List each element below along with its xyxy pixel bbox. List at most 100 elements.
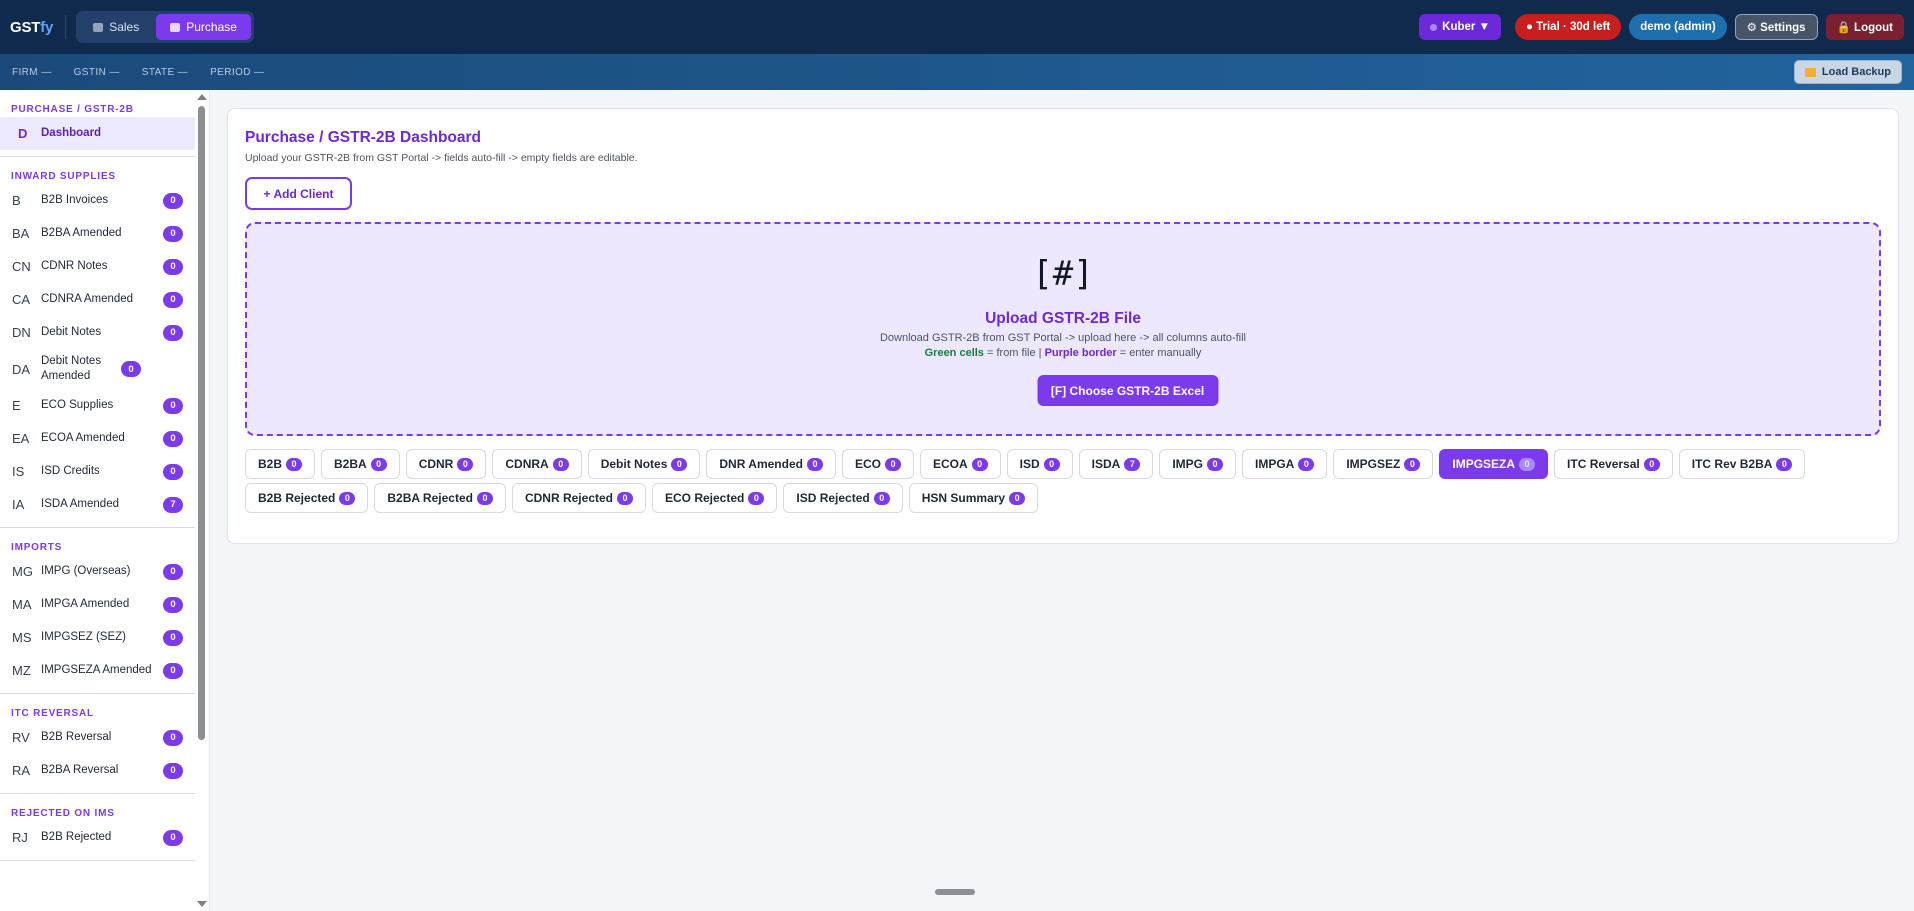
sidebar-item-label: CDNRA Amended xyxy=(41,293,134,305)
tab-isd-rejected[interactable]: ISD Rejected 0 xyxy=(783,483,903,513)
sidebar-section: IMPORTS MG IMPG (Overseas) 0 MA IMPGA Amended… xyxy=(0,528,195,694)
trial-label: ● Trial · 30d left xyxy=(1525,21,1611,33)
sidebar-item-ecoa-amended[interactable]: EA ECOA Amended 0 xyxy=(0,422,195,455)
sidebar-item-label: ISDA Amended xyxy=(41,498,119,510)
sidebar-item-impgsez-sez[interactable]: MS IMPGSEZ (SEZ) 0 xyxy=(0,621,195,654)
upload-title: Upload GSTR-2B File xyxy=(985,310,1141,327)
count-badge: 0 xyxy=(163,430,183,447)
sidebar-item-label: B2B Invoices xyxy=(41,194,109,206)
scroll-up-icon[interactable] xyxy=(197,94,207,100)
sidebar-item-eco-supplies[interactable]: E ECO Supplies 0 xyxy=(0,389,195,422)
load-backup-button[interactable]: Load Backup xyxy=(1793,60,1902,84)
tab-b2ba[interactable]: B2BA 0 xyxy=(321,449,400,479)
tab-b2ba-rejected[interactable]: B2BA Rejected 0 xyxy=(374,483,506,513)
dashboard-card: Purchase / GSTR-2B Dashboard Upload your… xyxy=(227,108,1899,544)
tab-impga[interactable]: IMPGA 0 xyxy=(1242,449,1328,479)
sidebar-section-title: PURCHASE / GSTR-2B xyxy=(11,104,134,115)
tab-cdnr-rejected[interactable]: CDNR Rejected 0 xyxy=(511,483,646,513)
count-badge: 0 xyxy=(163,662,183,679)
state-indicator: STATE — xyxy=(141,66,189,78)
sidebar-item-label: Debit Notes Amended xyxy=(41,355,102,382)
sidebar-item-dashboard[interactable]: D Dashboard xyxy=(0,117,195,150)
mode-switch: Sales Purchase xyxy=(76,11,254,43)
tab-count-badge: 0 xyxy=(1404,457,1421,471)
tab-count-badge: 0 xyxy=(1776,457,1793,471)
tab-dnr-amended[interactable]: DNR Amended 0 xyxy=(706,449,836,479)
sidebar-item-code: IA xyxy=(12,497,25,512)
sidebar-item-code: MA xyxy=(12,597,32,612)
settings-button[interactable]: ⚙ Settings xyxy=(1734,14,1818,40)
legend-green-label: Green cells xyxy=(924,347,984,359)
sidebar-scrollbar[interactable] xyxy=(195,90,207,911)
sidebar-item-b2ba-amended[interactable]: BA B2BA Amended 0 xyxy=(0,217,195,250)
sales-mode-button[interactable]: Sales xyxy=(79,14,153,40)
sidebar-item-debit-notes[interactable]: DN Debit Notes 0 xyxy=(0,316,195,349)
resize-handle[interactable] xyxy=(935,889,975,895)
logo-suffix: fy xyxy=(40,18,54,36)
tab-isd[interactable]: ISD 0 xyxy=(1006,449,1073,479)
count-badge: 0 xyxy=(163,258,183,275)
sidebar-item-label: IMPGSEZA Amended xyxy=(41,664,152,676)
divider xyxy=(65,15,67,39)
sidebar-item-code: E xyxy=(12,398,21,413)
tab-hsn-summary[interactable]: HSN Summary 0 xyxy=(908,483,1039,513)
tab-eco[interactable]: ECO 0 xyxy=(841,449,914,479)
tab-b2b-rejected[interactable]: B2B Rejected 0 xyxy=(245,483,369,513)
tab-itc-rev-b2ba[interactable]: ITC Rev B2BA 0 xyxy=(1678,449,1806,479)
tab-impg[interactable]: IMPG 0 xyxy=(1159,449,1236,479)
sidebar-item-impgseza-amended[interactable]: MZ IMPGSEZA Amended 0 xyxy=(0,654,195,687)
sidebar-item-debit-notes-amended[interactable]: DA Debit Notes Amended 0 xyxy=(0,349,195,389)
tab-isda[interactable]: ISDA 7 xyxy=(1078,449,1154,479)
top-navbar: GSTfy Sales Purchase Kuber ▼ ● Trial · 3… xyxy=(0,0,1914,54)
sidebar: PURCHASE / GSTR-2B D Dashboard INWARD SUPPL… xyxy=(0,90,210,911)
sidebar-item-cdnr-notes[interactable]: CN CDNR Notes 0 xyxy=(0,250,195,283)
tab-count-badge: 0 xyxy=(476,491,493,505)
tab-eco-rejected[interactable]: ECO Rejected 0 xyxy=(652,483,778,513)
tab-itc-reversal[interactable]: ITC Reversal 0 xyxy=(1554,449,1673,479)
scrollbar-thumb[interactable] xyxy=(198,106,205,740)
tab-impgseza[interactable]: IMPGSEZA 0 xyxy=(1439,449,1549,479)
upload-dropzone[interactable]: [#] Upload GSTR-2B File Download GSTR-2B… xyxy=(245,222,1881,436)
sidebar-item-impg-overseas[interactable]: MG IMPG (Overseas) 0 xyxy=(0,555,195,588)
user-badge[interactable]: demo (admin) xyxy=(1629,14,1727,40)
upload-file-icon: [#] xyxy=(1032,254,1094,294)
sidebar-section: ITC REVERSAL RV B2B Reversal 0 RA B2BA Revers… xyxy=(0,694,195,794)
firm-indicator: FIRM — xyxy=(12,66,52,78)
top-actions: Kuber ▼ ● Trial · 30d left demo (admin) … xyxy=(1419,14,1904,40)
tab-label: ISDA xyxy=(1091,457,1121,471)
sidebar-item-b2ba-reversal[interactable]: RA B2BA Reversal 0 xyxy=(0,754,195,787)
tab-cdnr[interactable]: CDNR 0 xyxy=(405,449,487,479)
tab-impgsez[interactable]: IMPGSEZ 0 xyxy=(1333,449,1434,479)
tab-label: CDNR xyxy=(418,457,454,471)
sidebar-item-isd-credits[interactable]: IS ISD Credits 0 xyxy=(0,455,195,488)
count-badge: 0 xyxy=(163,629,183,646)
scroll-down-icon[interactable] xyxy=(197,901,207,907)
sidebar-item-cdnra-amended[interactable]: CA CDNRA Amended 0 xyxy=(0,283,195,316)
add-client-button[interactable]: + Add Client xyxy=(245,177,352,210)
sidebar-item-b2b-invoices[interactable]: B B2B Invoices 0 xyxy=(0,184,195,217)
trial-badge[interactable]: ● Trial · 30d left xyxy=(1514,14,1622,40)
sidebar-item-b2b-rejected[interactable]: RJ B2B Rejected 0 xyxy=(0,821,195,854)
purchase-mode-button[interactable]: Purchase xyxy=(156,14,251,40)
tab-b2b[interactable]: B2B 0 xyxy=(245,449,316,479)
folder-icon xyxy=(1804,67,1816,77)
tab-ecoa[interactable]: ECOA 0 xyxy=(919,449,1001,479)
sidebar-item-code: MS xyxy=(12,630,32,645)
tab-label: ISD Rejected xyxy=(796,491,870,505)
tab-debit-notes[interactable]: Debit Notes 0 xyxy=(587,449,701,479)
tab-cdnra[interactable]: CDNRA 0 xyxy=(492,449,582,479)
logout-button[interactable]: 🔒 Logout xyxy=(1825,14,1904,40)
load-backup-label: Load Backup xyxy=(1821,66,1891,78)
count-badge: 0 xyxy=(163,463,183,480)
app-logo[interactable]: GSTfy xyxy=(10,19,53,36)
sidebar-item-isda-amended[interactable]: IA ISDA Amended 7 xyxy=(0,488,195,521)
sidebar-item-label: IMPGA Amended xyxy=(41,598,130,610)
tab-count-badge: 0 xyxy=(873,491,890,505)
tab-label: HSN Summary xyxy=(921,491,1006,505)
sidebar-item-impga-amended[interactable]: MA IMPGA Amended 0 xyxy=(0,588,195,621)
kuber-dropdown-button[interactable]: Kuber ▼ xyxy=(1419,14,1501,40)
purchase-mode-label: Purchase xyxy=(186,20,237,34)
choose-excel-button[interactable]: [F] Choose GSTR-2B Excel xyxy=(1037,375,1219,406)
tab-label: ECOA xyxy=(932,457,968,471)
sidebar-item-b2b-reversal[interactable]: RV B2B Reversal 0 xyxy=(0,721,195,754)
